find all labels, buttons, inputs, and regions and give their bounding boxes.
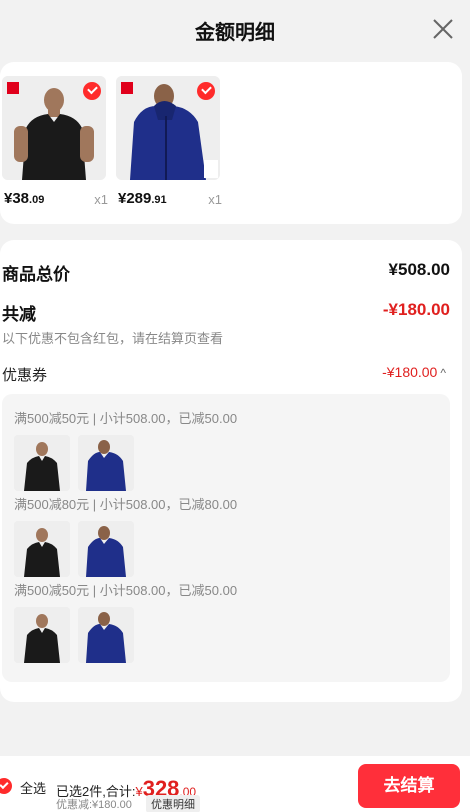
navy-jacket-thumbnail <box>78 607 134 663</box>
brand-logo-icon <box>7 82 19 94</box>
coupon-group: 满500减80元 | 小计508.00，已减80.00 <box>14 494 237 577</box>
brand-logo-icon <box>121 82 133 94</box>
black-polo-thumbnail <box>14 521 70 577</box>
product-quantity: x1 <box>94 192 108 207</box>
goods-total-label: 商品总价 <box>2 265 70 284</box>
product-price: ¥289.91 <box>118 190 167 207</box>
goods-total-value: ¥508.00 <box>388 260 450 279</box>
coupon-detail-panel: 满500减50元 | 小计508.00，已减50.00 满500减80元 | 小… <box>2 394 450 682</box>
selected-check-icon[interactable] <box>83 82 101 100</box>
amount-summary-card: 商品总价 ¥508.00 共减 -¥180.00 以下优惠不包含红包，请在结算页… <box>0 240 462 702</box>
select-all-check-icon[interactable] <box>0 778 12 794</box>
product-item[interactable]: ¥38.09 x1 <box>2 76 108 207</box>
total-currency: ¥ <box>135 784 143 799</box>
reduction-label: 共减 <box>2 305 36 324</box>
black-polo-thumbnail <box>14 435 70 491</box>
selected-check-icon[interactable] <box>197 82 215 100</box>
coupon-group: 满500减50元 | 小计508.00，已减50.00 <box>14 580 237 663</box>
reduction-value: -¥180.00 <box>382 300 450 319</box>
checkout-bar: 全选 已选2件,合计:¥328.00 优惠减:¥180.00 优惠明细 去结算 <box>0 756 470 812</box>
coupon-description: 满500减50元 | 小计508.00，已减50.00 <box>14 583 238 598</box>
coupon-value: -¥180.00 <box>382 364 438 380</box>
discount-note: 以下优惠不包含红包，请在结算页查看 <box>2 331 224 346</box>
select-all-label[interactable]: 全选 <box>20 778 46 797</box>
product-image <box>116 76 220 180</box>
chevron-up-icon: ^ <box>440 366 446 380</box>
coupon-description: 满500减80元 | 小计508.00，已减80.00 <box>14 497 238 512</box>
discount-summary: 优惠减:¥180.00 <box>56 799 132 811</box>
checkout-button[interactable]: 去结算 <box>358 764 460 808</box>
product-price: ¥38.09 <box>4 190 45 207</box>
header: 金额明细 <box>0 0 470 56</box>
close-icon[interactable] <box>432 18 454 40</box>
coupon-description: 满500减50元 | 小计508.00，已减50.00 <box>14 411 238 426</box>
coupon-label: 优惠券 <box>2 367 48 384</box>
coupon-group: 满500减50元 | 小计508.00，已减50.00 <box>14 408 237 491</box>
coupon-toggle[interactable]: -¥180.00 ^ <box>382 364 446 380</box>
product-quantity: x1 <box>208 192 222 207</box>
black-polo-thumbnail <box>14 607 70 663</box>
product-image <box>2 76 106 180</box>
product-item[interactable]: ¥289.91 x1 <box>116 76 222 207</box>
navy-jacket-thumbnail <box>78 521 134 577</box>
selected-products-card: ¥38.09 x1 ¥289.91 x1 <box>0 62 462 224</box>
page-title: 金额明细 <box>195 22 275 44</box>
navy-jacket-thumbnail <box>78 435 134 491</box>
discount-detail-tag[interactable]: 优惠明细 <box>146 795 200 812</box>
